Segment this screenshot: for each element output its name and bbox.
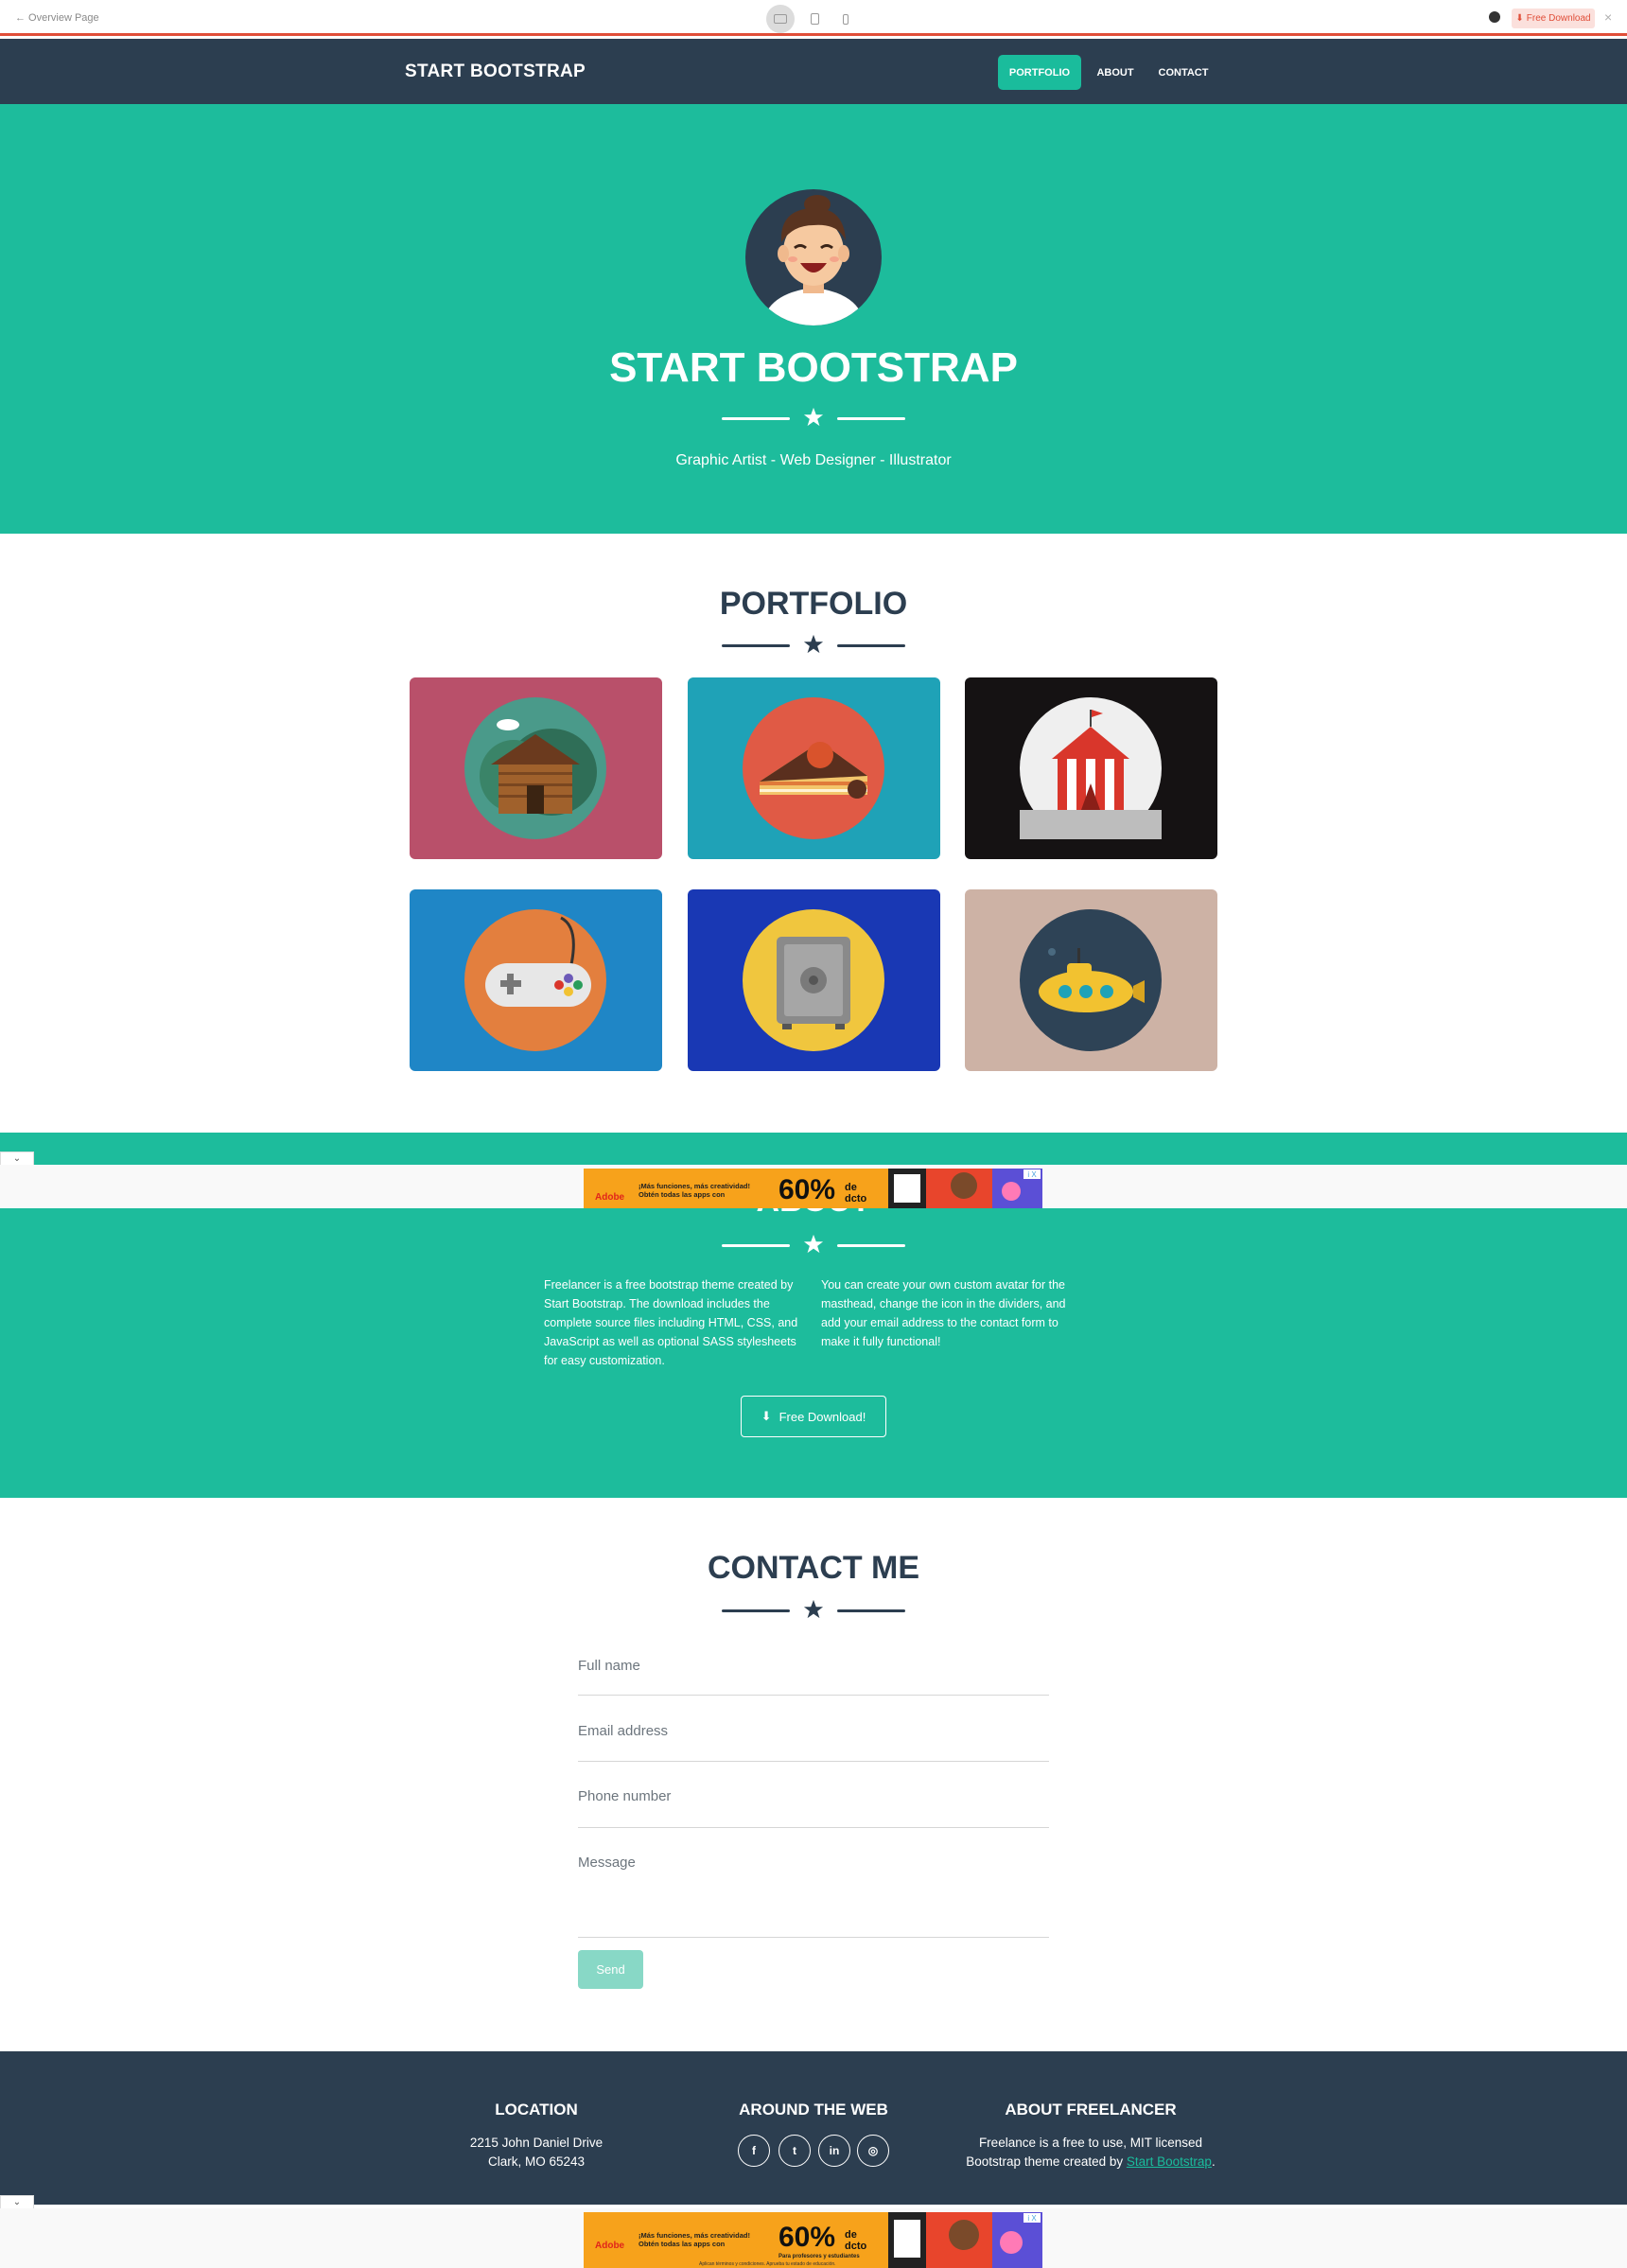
star-icon — [803, 634, 824, 654]
ad-brand: Adobe — [595, 2241, 625, 2251]
ad-copy: ¡Más funciones, más creatividad! Obtén t… — [639, 2231, 750, 2248]
ad-illustration — [888, 1169, 1042, 1208]
ad-percent-sub: de dcto — [845, 1182, 866, 1204]
ad-close-button[interactable]: i X — [1023, 2213, 1041, 2223]
footer-about-suffix: . — [1211, 2154, 1216, 2169]
ad-percent-sub: de dcto — [845, 2229, 866, 2252]
mobile-icon — [843, 13, 848, 25]
overview-page-link[interactable]: ← Overview Page — [15, 12, 99, 24]
footer-about-text: Freelance is a free to use, MIT licensed… — [949, 2134, 1233, 2171]
portfolio-item-circus[interactable] — [965, 677, 1217, 859]
ad-banner-strip: ⌄ Adobe ¡Más funciones, más creatividad!… — [0, 1152, 1627, 1208]
about-text-left: Freelancer is a free bootstrap theme cre… — [544, 1278, 798, 1367]
tablet-icon — [810, 13, 819, 25]
ad-percent: 60% — [779, 2222, 836, 2253]
ad-fine-print: Aplican términos y condiciones. Aprueba … — [699, 2261, 836, 2267]
star-icon — [803, 1234, 824, 1254]
desktop-icon — [774, 14, 787, 24]
collapse-ad-icon[interactable]: ⌄ — [0, 1152, 34, 1165]
masthead-subtitle: Graphic Artist - Web Designer - Illustra… — [675, 452, 952, 468]
ad-line2: Obtén todas las apps con — [639, 1190, 726, 1199]
facebook-icon[interactable]: f — [738, 2135, 770, 2167]
linkedin-icon[interactable]: in — [818, 2135, 850, 2167]
ad-banner-strip-bottom: ⌄ Adobe ¡Más funciones, más creatividad!… — [0, 2195, 1627, 2268]
mobile-view-button[interactable] — [831, 5, 860, 33]
footer-about-line1: Freelance is a free to use, MIT licensed — [978, 2136, 1203, 2150]
download-icon: ⬇ — [1515, 13, 1524, 24]
portfolio-item-cake[interactable] — [688, 677, 940, 859]
portfolio-item-cabin[interactable] — [410, 677, 662, 859]
message-placeholder: Message — [578, 1855, 636, 1871]
contact-divider — [722, 1599, 905, 1622]
send-button[interactable]: Send — [578, 1950, 643, 1989]
star-icon — [803, 1599, 824, 1619]
main-navbar: START BOOTSTRAP PORTFOLIO ABOUT CONTACT — [0, 39, 1627, 104]
ad-line1: ¡Más funciones, más creatividad! — [639, 2231, 750, 2240]
nav-about[interactable]: ABOUT — [1089, 55, 1142, 90]
dribbble-icon[interactable]: ◎ — [857, 2135, 889, 2167]
about-divider — [722, 1234, 905, 1257]
footer-about-line2: Bootstrap theme created by Start Bootstr… — [949, 2153, 1233, 2171]
ad-percent: 60% — [779, 1174, 836, 1205]
twitter-icon[interactable]: t — [779, 2135, 811, 2167]
ad-illustration — [888, 2212, 1042, 2268]
footer-about-title: ABOUT FREELANCER — [1005, 2101, 1177, 2119]
portfolio-item-submarine[interactable] — [965, 889, 1217, 1071]
phone-field[interactable]: Phone number — [578, 1788, 1049, 1828]
ad-percent-sub1: de — [845, 2229, 857, 2241]
footer-web-title: AROUND THE WEB — [739, 2101, 888, 2119]
nav-contact[interactable]: CONTACT — [1149, 55, 1217, 90]
ad-brand: Adobe — [595, 1192, 625, 1203]
close-preview-icon[interactable]: × — [1604, 9, 1612, 25]
about-download-button[interactable]: ⬇ Free Download! — [741, 1396, 886, 1437]
about-text-right: You can create your own custom avatar fo… — [821, 1278, 1066, 1348]
masthead-divider — [722, 407, 905, 430]
preview-toolbar: ← Overview Page ⬇ Free Download × — [0, 0, 1627, 36]
masthead-title: START BOOTSTRAP — [609, 344, 1018, 391]
start-bootstrap-link[interactable]: Start Bootstrap — [1127, 2154, 1212, 2169]
ad-copy: ¡Más funciones, más creatividad! Obtén t… — [639, 1182, 750, 1199]
ad-line1: ¡Más funciones, más creatividad! — [639, 1182, 750, 1190]
full-name-placeholder: Full name — [578, 1658, 640, 1674]
avatar — [745, 189, 882, 325]
footer-location-title: LOCATION — [495, 2101, 578, 2119]
portfolio-title: PORTFOLIO — [719, 586, 908, 622]
footer — [0, 2051, 1627, 2205]
portfolio-item-game[interactable] — [410, 889, 662, 1071]
about-download-label: Free Download! — [779, 1409, 866, 1424]
footer-location-address: 2215 John Daniel Drive Clark, MO 65243 — [437, 2134, 636, 2171]
footer-address-line2: Clark, MO 65243 — [487, 2154, 586, 2169]
preview-download-button[interactable]: ⬇ Free Download — [1512, 9, 1595, 28]
footer-about-prefix: Bootstrap theme created by — [966, 2154, 1124, 2169]
message-field[interactable]: Message — [578, 1855, 1049, 1938]
navbar-brand[interactable]: START BOOTSTRAP — [405, 62, 586, 82]
ad-bottom-sub: Para profesores y estudiantes — [779, 2254, 860, 2259]
desktop-view-button[interactable] — [766, 5, 795, 33]
email-placeholder: Email address — [578, 1723, 669, 1739]
ad-percent-sub1: de — [845, 1182, 857, 1193]
ad-line2: Obtén todas las apps con — [639, 2240, 726, 2248]
footer-address-line1: 2215 John Daniel Drive — [469, 2136, 604, 2150]
preview-download-label: Free Download — [1526, 13, 1591, 24]
ad-percent-sub2: dcto — [845, 1193, 867, 1204]
ad-close-button[interactable]: i X — [1023, 1169, 1041, 1179]
portfolio-divider — [722, 634, 905, 657]
contact-title: CONTACT ME — [707, 1550, 920, 1586]
ad-banner[interactable]: Adobe ¡Más funciones, más creatividad! O… — [584, 1169, 1042, 1208]
email-field[interactable]: Email address — [578, 1723, 1049, 1762]
ad-banner-bottom[interactable]: Adobe ¡Más funciones, más creatividad! O… — [584, 2212, 1042, 2268]
star-icon — [803, 407, 824, 427]
phone-placeholder: Phone number — [578, 1788, 672, 1804]
download-icon: ⬇ — [761, 1409, 772, 1423]
tablet-view-button[interactable] — [800, 5, 829, 33]
nav-portfolio[interactable]: PORTFOLIO — [998, 55, 1081, 90]
collapse-ad-icon[interactable]: ⌄ — [0, 2195, 34, 2208]
portfolio-item-safe[interactable] — [688, 889, 940, 1071]
ad-percent-sub2: dcto — [845, 2241, 867, 2252]
full-name-field[interactable]: Full name — [578, 1658, 1049, 1696]
github-icon[interactable] — [1489, 11, 1500, 23]
